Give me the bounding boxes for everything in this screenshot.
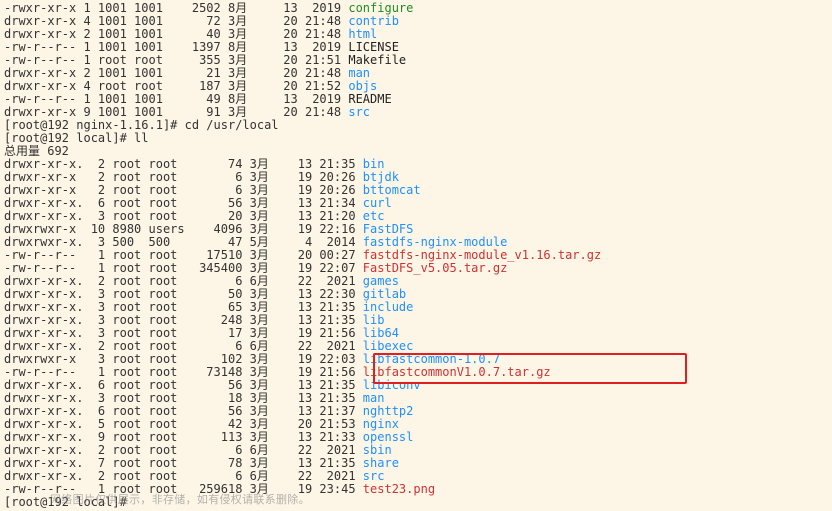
file-name: lib64 bbox=[363, 326, 399, 340]
file-name: etc bbox=[363, 209, 385, 223]
file-name: bttomcat bbox=[363, 183, 421, 197]
prompt-line: [root@192 local]# bbox=[4, 496, 828, 509]
file-name: nginx bbox=[363, 417, 399, 431]
file-name: btjdk bbox=[363, 170, 399, 184]
file-name: LICENSE bbox=[348, 40, 399, 54]
file-name: man bbox=[363, 391, 385, 405]
file-name: man bbox=[348, 66, 370, 80]
file-name: src bbox=[363, 469, 385, 483]
file-name: contrib bbox=[348, 14, 399, 28]
file-name: bin bbox=[363, 157, 385, 171]
file-name: html bbox=[348, 27, 377, 41]
file-name: sbin bbox=[363, 443, 392, 457]
file-name: libiconv bbox=[363, 378, 421, 392]
file-name: gitlab bbox=[363, 287, 406, 301]
file-name: share bbox=[363, 456, 399, 470]
prompt-line: [root@192 local]# ll bbox=[4, 132, 828, 145]
file-name: README bbox=[348, 92, 391, 106]
file-name: libexec bbox=[363, 339, 414, 353]
terminal-output[interactable]: -rwxr-xr-x 1 1001 1001 2502 8月 13 2019 c… bbox=[0, 0, 832, 511]
file-name: include bbox=[363, 300, 414, 314]
file-name: test23.png bbox=[363, 482, 435, 496]
file-name: Makefile bbox=[348, 53, 406, 67]
file-name: src bbox=[348, 105, 370, 119]
file-name: games bbox=[363, 274, 399, 288]
file-name: objs bbox=[348, 79, 377, 93]
file-name: curl bbox=[363, 196, 392, 210]
file-name: FastDFS bbox=[363, 222, 414, 236]
file-name: libfastcommonV1.0.7.tar.gz bbox=[363, 365, 551, 379]
file-name: fastdfs-nginx-module_v1.16.tar.gz bbox=[363, 248, 601, 262]
file-name: fastdfs-nginx-module bbox=[363, 235, 508, 249]
file-name: libfastcommon-1.0.7 bbox=[363, 352, 500, 366]
file-name: FastDFS_v5.05.tar.gz bbox=[363, 261, 508, 275]
file-name: openssl bbox=[363, 430, 414, 444]
file-name: nghttp2 bbox=[363, 404, 414, 418]
file-name: configure bbox=[348, 1, 413, 15]
file-name: lib bbox=[363, 313, 385, 327]
